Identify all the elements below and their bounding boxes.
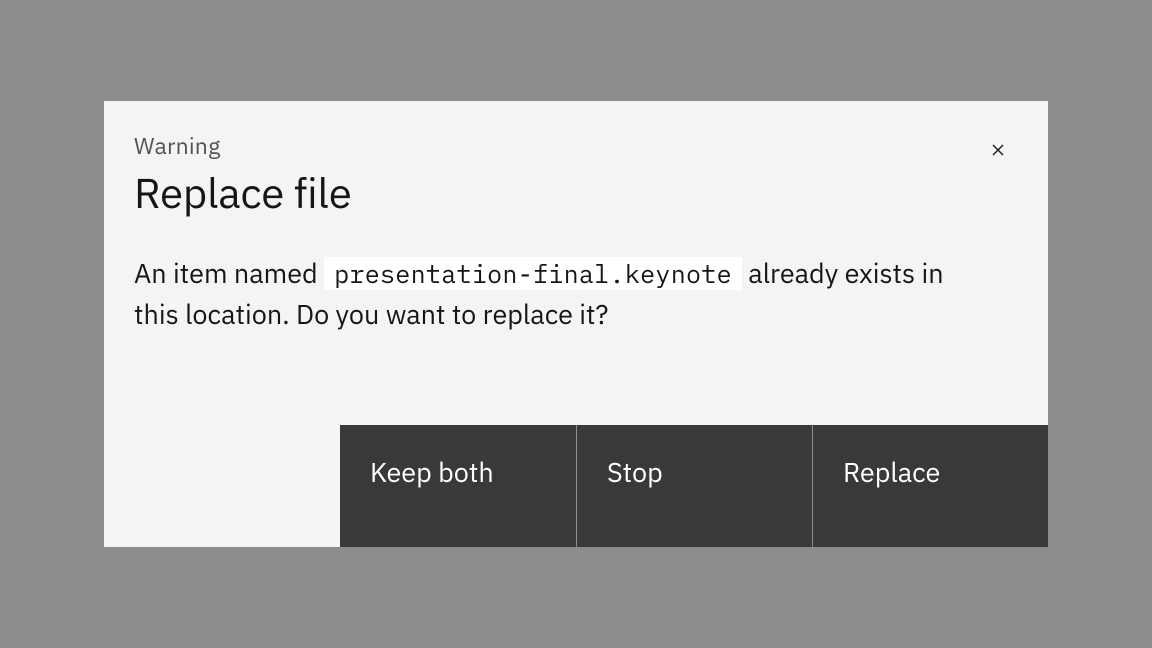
close-button[interactable]: [978, 131, 1018, 171]
warning-modal: Warning Replace file An item named prese…: [104, 101, 1048, 547]
body-text-prefix: An item named: [134, 256, 324, 291]
modal-body: An item named presentation-final.keynote…: [104, 220, 1048, 425]
close-icon: [987, 139, 1009, 164]
filename-code: presentation-final.keynote: [324, 257, 742, 290]
modal-footer: Keep both Stop Replace: [104, 425, 1048, 547]
keep-both-button[interactable]: Keep both: [340, 425, 576, 547]
replace-button[interactable]: Replace: [812, 425, 1048, 547]
stop-button[interactable]: Stop: [576, 425, 812, 547]
modal-title: Replace file: [134, 165, 1018, 220]
footer-spacer: [104, 425, 340, 547]
modal-header: Warning Replace file: [104, 101, 1048, 220]
modal-label: Warning: [134, 131, 1018, 161]
